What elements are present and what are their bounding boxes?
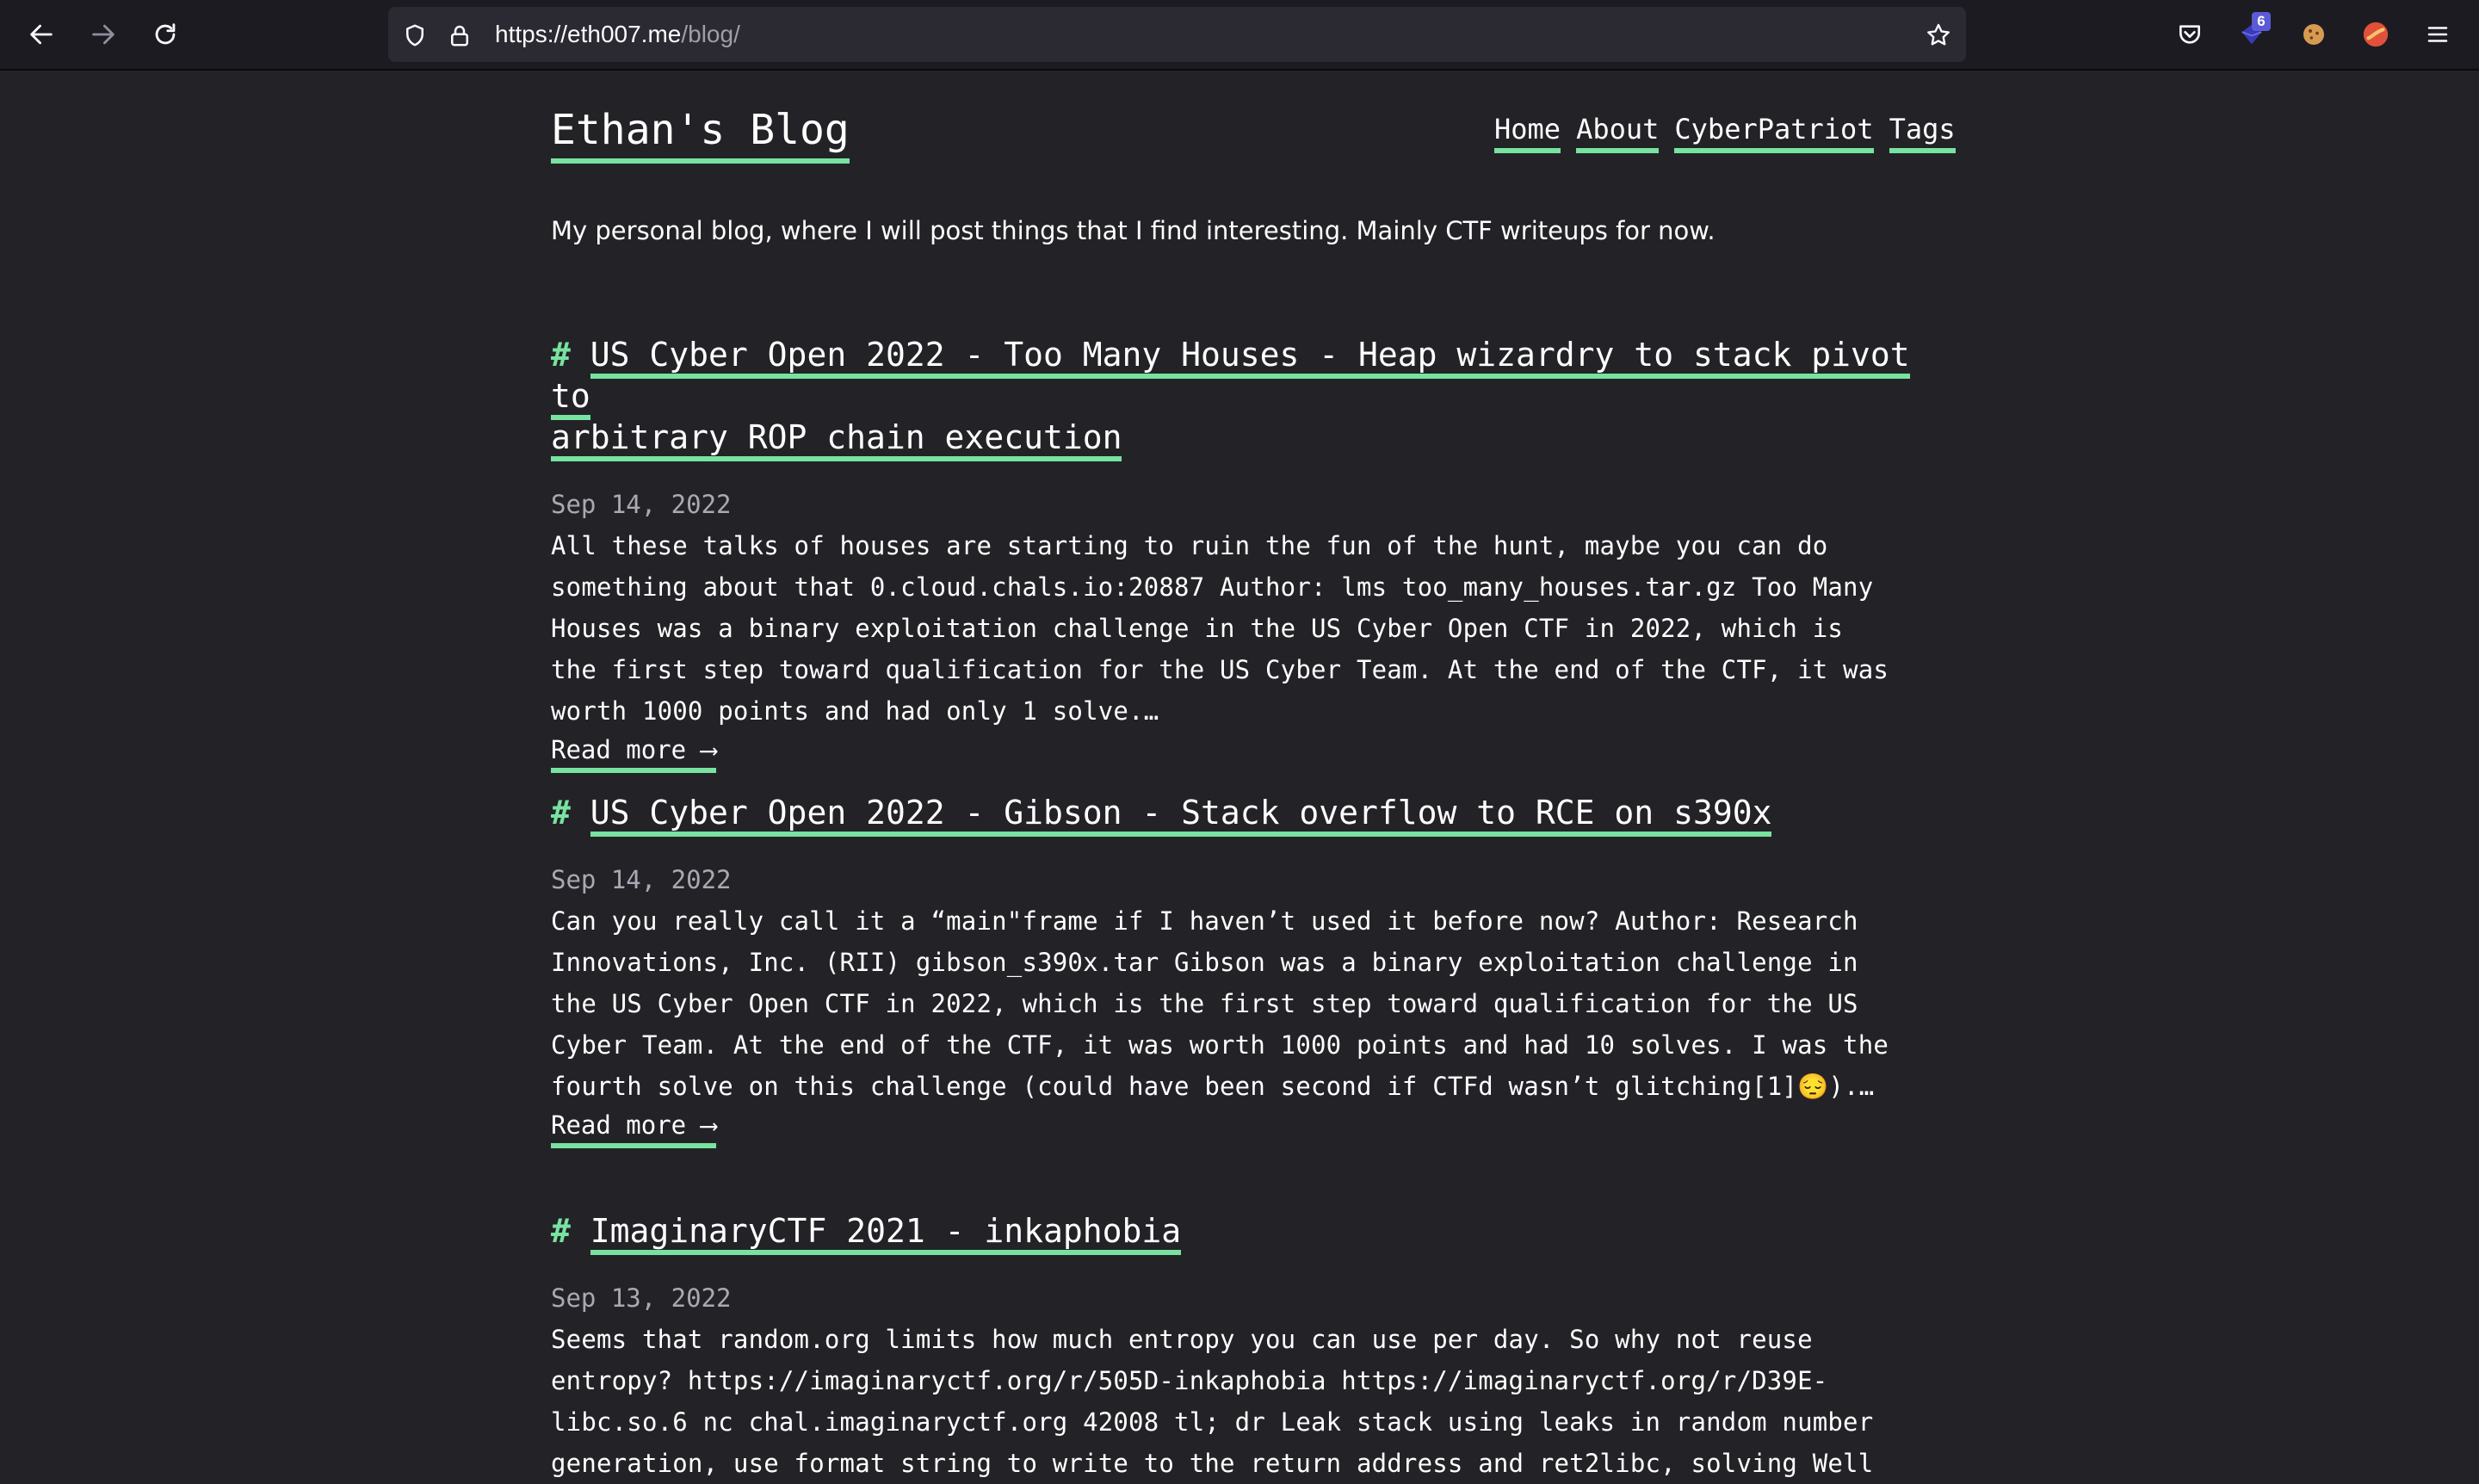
tracking-shield-icon[interactable] xyxy=(400,21,430,50)
post-date: Sep 13, 2022 xyxy=(551,1283,732,1313)
nav-cyberpatriot-link[interactable]: CyberPatriot xyxy=(1674,112,1874,153)
post-date: Sep 14, 2022 xyxy=(551,490,732,519)
profile-extension-icon[interactable] xyxy=(2358,17,2393,52)
excerpt-line: Innovations, Inc. (RII) gibson_s390x.tar… xyxy=(551,948,1858,977)
post-hash-marker: # xyxy=(551,336,571,374)
page-content: Ethan's Blog Home About CyberPatriot Tag… xyxy=(0,71,2479,1478)
nav-about-link[interactable]: About xyxy=(1576,112,1660,153)
lock-icon[interactable] xyxy=(445,21,474,50)
excerpt-line: Houses was a binary exploitation challen… xyxy=(551,614,1844,643)
excerpt-line: something about that 0.cloud.chals.io:20… xyxy=(551,572,1874,602)
main-nav: Home About CyberPatriot Tags xyxy=(1494,112,1956,153)
blog-tagline: My personal blog, where I will post thin… xyxy=(551,216,1716,245)
forward-arrow-icon[interactable] xyxy=(86,17,121,52)
read-more-link[interactable]: Read more ⟶ xyxy=(551,1107,717,1148)
post-date: Sep 14, 2022 xyxy=(551,865,732,894)
extension-badge-count: 6 xyxy=(2252,12,2271,31)
post-title: # US Cyber Open 2022 - Too Many Houses -… xyxy=(551,334,1928,461)
excerpt-line: worth 1000 points and had only 1 solve.… xyxy=(551,696,1159,726)
excerpt-line: All these talks of houses are starting t… xyxy=(551,531,1828,560)
post-title-line: US Cyber Open 2022 - Too Many Houses - H… xyxy=(551,336,1910,415)
extension-badge-icon[interactable]: 6 xyxy=(2235,12,2271,52)
nav-home-link[interactable]: Home xyxy=(1494,112,1561,153)
url-host: https://eth007.me xyxy=(495,21,682,47)
url-text[interactable]: https://eth007.me/blog/ xyxy=(495,7,740,62)
excerpt-line: the first step toward qualification for … xyxy=(551,655,1889,684)
post-title: # ImaginaryCTF 2021 - inkaphobia xyxy=(551,1210,1928,1255)
nav-tags-link[interactable]: Tags xyxy=(1889,112,1956,153)
excerpt-line: entropy? https://imaginaryctf.org/r/505D… xyxy=(551,1366,1828,1395)
post-title-link[interactable]: US Cyber Open 2022 - Too Many Houses - H… xyxy=(551,336,1910,461)
back-arrow-icon[interactable] xyxy=(24,17,59,52)
menu-hamburger-icon[interactable] xyxy=(2420,17,2455,52)
post-item: # US Cyber Open 2022 - Gibson - Stack ov… xyxy=(551,792,1928,1148)
post-hash-marker: # xyxy=(551,1212,571,1250)
reload-icon[interactable] xyxy=(148,17,182,52)
post-excerpt: All these talks of houses are starting t… xyxy=(551,525,1928,732)
post-title-link[interactable]: ImaginaryCTF 2021 - inkaphobia xyxy=(590,1212,1182,1255)
excerpt-line: Cyber Team. At the end of the CTF, it wa… xyxy=(551,1030,1889,1060)
excerpt-line: libc.so.6 nc chal.imaginaryctf.org 42008… xyxy=(551,1407,1874,1437)
post-item: # US Cyber Open 2022 - Too Many Houses -… xyxy=(551,334,1928,773)
excerpt-line: fourth solve on this challenge (could ha… xyxy=(551,1072,1875,1101)
url-path: /blog/ xyxy=(681,21,740,47)
browser-toolbar: https://eth007.me/blog/ 6 xyxy=(0,0,2479,71)
post-title: # US Cyber Open 2022 - Gibson - Stack ov… xyxy=(551,792,1928,837)
site-title-link[interactable]: Ethan's Blog xyxy=(551,105,850,164)
post-title-line: arbitrary ROP chain execution xyxy=(551,418,1122,456)
read-more-link[interactable]: Read more ⟶ xyxy=(551,732,717,773)
post-title-link[interactable]: US Cyber Open 2022 - Gibson - Stack over… xyxy=(590,794,1772,837)
post-excerpt: Can you really call it a “main"frame if … xyxy=(551,900,1928,1107)
excerpt-line: Seems that random.org limits how much en… xyxy=(551,1325,1813,1354)
pocket-icon[interactable] xyxy=(2173,17,2207,52)
bookmark-star-icon[interactable] xyxy=(1924,21,1953,50)
post-excerpt: Seems that random.org limits how much en… xyxy=(551,1319,1928,1484)
post-hash-marker: # xyxy=(551,794,571,832)
excerpt-line: the US Cyber Open CTF in 2022, which is … xyxy=(551,989,1858,1018)
post-item: # ImaginaryCTF 2021 - inkaphobia Sep 13,… xyxy=(551,1210,1928,1484)
address-bar[interactable]: https://eth007.me/blog/ xyxy=(388,7,1966,62)
cookie-extension-icon[interactable] xyxy=(2297,17,2331,52)
excerpt-line: Can you really call it a “main"frame if … xyxy=(551,906,1858,936)
excerpt-line: generation, use format string to write t… xyxy=(551,1449,1874,1478)
